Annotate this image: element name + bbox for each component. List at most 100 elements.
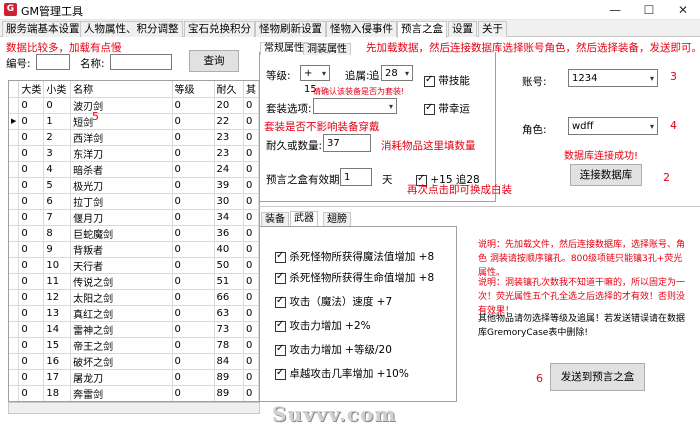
- tab-monster-refresh[interactable]: 怪物刷新设置: [255, 21, 326, 37]
- table-cell[interactable]: 11: [43, 273, 72, 290]
- table-cell[interactable]: 51: [214, 273, 244, 290]
- table-cell[interactable]: 17: [43, 369, 72, 386]
- row-indicator[interactable]: [9, 353, 20, 370]
- tab-server-settings[interactable]: 服务端基本设置: [2, 21, 84, 37]
- option-row-4[interactable]: 攻击力增加 +2%: [275, 318, 371, 333]
- table-cell[interactable]: 0: [18, 177, 45, 194]
- option-checkbox-2[interactable]: [275, 271, 286, 284]
- table-cell[interactable]: 0: [243, 273, 259, 290]
- table-cell[interactable]: 0: [18, 305, 45, 322]
- table-cell[interactable]: 0: [243, 225, 259, 242]
- account-select[interactable]: 1234 ▾: [568, 69, 658, 87]
- maximize-button[interactable]: ☐: [632, 0, 666, 20]
- table-cell[interactable]: 15: [43, 337, 72, 354]
- table-cell[interactable]: 0: [243, 193, 259, 210]
- option-row-2[interactable]: 杀死怪物所获得生命值增加 +8: [275, 270, 434, 285]
- table-cell[interactable]: 5: [43, 177, 72, 194]
- tab-settings[interactable]: 设置: [448, 21, 477, 37]
- table-cell[interactable]: 0: [172, 225, 215, 242]
- luck-checkbox[interactable]: [424, 102, 435, 115]
- table-cell[interactable]: 0: [172, 113, 215, 130]
- table-cell[interactable]: 9: [43, 241, 72, 258]
- table-cell[interactable]: 0: [18, 97, 45, 114]
- row-indicator[interactable]: [9, 225, 20, 242]
- set-select[interactable]: ▾: [313, 98, 397, 114]
- table-cell[interactable]: 0: [243, 241, 259, 258]
- option-row-5[interactable]: 攻击力增加 +等级/20: [275, 342, 392, 357]
- durability-input[interactable]: [323, 134, 371, 152]
- table-cell[interactable]: 0: [172, 385, 215, 401]
- tab-about[interactable]: 关于: [478, 21, 507, 37]
- table-cell[interactable]: 4: [43, 161, 72, 178]
- role-select[interactable]: wdff ▾: [568, 117, 658, 135]
- tab-equipment[interactable]: 装备: [261, 212, 289, 226]
- table-cell[interactable]: 屠龙刀: [70, 369, 173, 386]
- col-header-other[interactable]: 其: [243, 81, 259, 98]
- table-cell[interactable]: 0: [18, 209, 45, 226]
- table-cell[interactable]: 偃月刀: [70, 209, 173, 226]
- code-input[interactable]: [36, 54, 70, 70]
- table-cell[interactable]: 0: [18, 385, 45, 401]
- table-cell[interactable]: 0: [243, 129, 259, 146]
- option-row-3[interactable]: 攻击（魔法）速度 +7: [275, 294, 392, 309]
- table-cell[interactable]: 66: [214, 289, 244, 306]
- option-row-1[interactable]: 杀死怪物所获得魔法值增加 +8: [275, 249, 434, 264]
- tab-character-attrs[interactable]: 人物属性、积分调整: [80, 21, 183, 37]
- row-indicator[interactable]: [9, 97, 20, 114]
- table-cell[interactable]: 30: [214, 193, 244, 210]
- table-cell[interactable]: 真红之剑: [70, 305, 173, 322]
- table-row[interactable]: 0 3 东洋刀 0 23 0: [9, 145, 259, 162]
- append-select[interactable]: 28 ▾: [381, 65, 413, 81]
- table-cell[interactable]: 0: [172, 161, 215, 178]
- table-cell[interactable]: 7: [43, 209, 72, 226]
- connect-db-button[interactable]: 连接数据库: [570, 164, 642, 186]
- table-cell[interactable]: 0: [18, 113, 45, 130]
- table-cell[interactable]: 89: [214, 369, 244, 386]
- table-cell[interactable]: 0: [18, 129, 45, 146]
- row-indicator[interactable]: [9, 321, 20, 338]
- row-indicator[interactable]: [9, 257, 20, 274]
- table-row[interactable]: 0 4 暗杀者 0 24 0: [9, 161, 259, 178]
- table-cell[interactable]: 0: [43, 97, 72, 114]
- table-cell[interactable]: 0: [243, 385, 259, 401]
- table-row[interactable]: 0 18 奔雷剑 0 89 0: [9, 385, 259, 401]
- subtab-socket-attrs[interactable]: 洞装属性: [303, 43, 351, 55]
- table-cell[interactable]: 0: [18, 145, 45, 162]
- subtab-normal-attrs[interactable]: 常规属性: [260, 42, 308, 55]
- table-cell[interactable]: 短剑: [70, 113, 173, 130]
- table-cell[interactable]: 16: [43, 353, 72, 370]
- table-cell[interactable]: 0: [243, 177, 259, 194]
- tab-monster-invasion[interactable]: 怪物入侵事件: [326, 21, 397, 37]
- table-row[interactable]: 0 17 屠龙刀 0 89 0: [9, 369, 259, 386]
- table-cell[interactable]: 0: [172, 177, 215, 194]
- row-indicator[interactable]: [9, 385, 20, 401]
- row-indicator[interactable]: [9, 369, 20, 386]
- table-cell[interactable]: 24: [214, 161, 244, 178]
- send-to-box-button[interactable]: 发送到预言之盒: [550, 363, 645, 391]
- close-button[interactable]: ✕: [666, 0, 700, 20]
- table-cell[interactable]: 0: [18, 225, 45, 242]
- table-cell[interactable]: 0: [172, 241, 215, 258]
- table-cell[interactable]: 50: [214, 257, 244, 274]
- col-header-level[interactable]: 等级: [172, 81, 215, 98]
- table-cell[interactable]: 0: [172, 353, 215, 370]
- table-cell[interactable]: 雷神之剑: [70, 321, 173, 338]
- row-indicator[interactable]: [9, 177, 20, 194]
- table-cell[interactable]: 背叛者: [70, 241, 173, 258]
- table-row[interactable]: ▶ 0 1 短剑 0 22 0: [9, 113, 259, 130]
- table-cell[interactable]: 0: [243, 161, 259, 178]
- table-cell[interactable]: 78: [214, 337, 244, 354]
- table-cell[interactable]: 40: [214, 241, 244, 258]
- table-cell[interactable]: 传说之剑: [70, 273, 173, 290]
- table-cell[interactable]: 22: [214, 113, 244, 130]
- table-cell[interactable]: 0: [172, 145, 215, 162]
- table-cell[interactable]: 34: [214, 209, 244, 226]
- table-cell[interactable]: 拉丁剑: [70, 193, 173, 210]
- table-cell[interactable]: 破坏之剑: [70, 353, 173, 370]
- table-cell[interactable]: 8: [43, 225, 72, 242]
- table-cell[interactable]: 西洋剑: [70, 129, 173, 146]
- table-cell[interactable]: 13: [43, 305, 72, 322]
- table-cell[interactable]: 0: [18, 241, 45, 258]
- table-cell[interactable]: 0: [18, 193, 45, 210]
- table-cell[interactable]: 0: [243, 289, 259, 306]
